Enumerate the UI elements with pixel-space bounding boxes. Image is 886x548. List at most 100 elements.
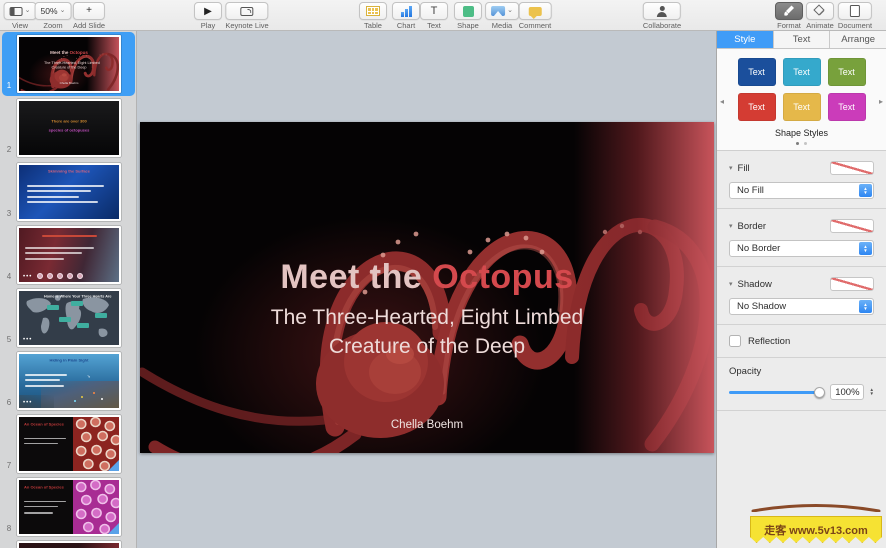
add-slide-button-group: + Add Slide — [73, 2, 105, 30]
format-button[interactable] — [775, 2, 803, 20]
chart-icon — [400, 6, 413, 17]
slide-thumbnail-1[interactable]: 1 Meet the Octopus The Three-Hearted, Ei… — [2, 32, 135, 96]
slide-thumbnail-7[interactable]: 7 An Ocean of Species — [2, 412, 135, 476]
watermark-rod-icon — [750, 502, 882, 512]
table-button[interactable] — [359, 2, 387, 20]
inspector-tabs: Style Text Arrange — [717, 31, 886, 49]
media-label: Media — [485, 21, 519, 30]
tab-style[interactable]: Style — [717, 31, 774, 48]
shape-styles-next-arrow[interactable]: ▸ — [879, 97, 883, 106]
popup-stepper-icon: ▲▼ — [859, 300, 872, 313]
slide-thumbnail-8[interactable]: 8 An Ocean of Species — [2, 475, 135, 539]
slide-author[interactable]: Chella Boehm — [140, 419, 714, 431]
play-label: Play — [194, 21, 222, 30]
slide-thumbnail-5[interactable]: 5 — [2, 286, 135, 350]
fill-popup[interactable]: No Fill ▲▼ — [729, 182, 874, 199]
document-button-group: Document — [838, 2, 872, 30]
opacity-slider-knob[interactable] — [814, 387, 825, 398]
slide-canvas-area[interactable]: Meet the Octopus The Three-Hearted, Eigh… — [138, 31, 716, 548]
current-slide[interactable]: Meet the Octopus The Three-Hearted, Eigh… — [140, 122, 714, 453]
media-icon — [491, 6, 505, 16]
text-tool-icon: T — [431, 5, 438, 17]
tab-text[interactable]: Text — [774, 31, 831, 48]
shape-style-swatch-yellow[interactable]: Text — [783, 93, 821, 121]
slide-number: 7 — [3, 461, 15, 470]
tab-arrange[interactable]: Arrange — [830, 31, 886, 48]
chart-button-group: Chart — [392, 2, 420, 30]
border-color-well[interactable] — [830, 219, 874, 233]
zoom-button[interactable]: 50% ⌄ — [35, 2, 72, 20]
shadow-color-well[interactable] — [830, 277, 874, 291]
slide-title[interactable]: Meet the Octopus — [140, 258, 714, 297]
reflection-checkbox[interactable] — [729, 335, 741, 347]
border-label: Border — [738, 221, 830, 232]
slide-5-preview: Home is Where Your Three Hearts Are ••• — [19, 291, 119, 345]
chart-button[interactable] — [392, 2, 420, 20]
slide-number: 8 — [3, 524, 15, 533]
shape-styles-page-dots[interactable] — [717, 142, 886, 145]
slide-4-preview: ••• — [19, 228, 119, 282]
document-button[interactable] — [838, 2, 872, 20]
media-button[interactable]: ⌄ — [485, 2, 519, 20]
opacity-slider-track — [729, 391, 824, 394]
shape-button-group: Shape — [454, 2, 482, 30]
slide-thumbnail-6[interactable]: 6 Hiding in Plain Sight ↘ • — [2, 349, 135, 413]
text-button[interactable]: T — [420, 2, 448, 20]
build-dots: ••• — [23, 337, 32, 343]
disclosure-triangle-icon[interactable]: ▾ — [729, 164, 733, 172]
opacity-section: Opacity 100% ▲▼ — [717, 366, 886, 400]
keynote-live-button[interactable] — [225, 2, 268, 20]
fill-color-well[interactable] — [830, 161, 874, 175]
opacity-label: Opacity — [729, 366, 874, 377]
view-button-group: ⌄ View — [4, 2, 37, 30]
border-popup[interactable]: No Border ▲▼ — [729, 240, 874, 257]
table-button-group: Table — [359, 2, 387, 30]
pointer-arrow-icon: ↘ — [87, 374, 90, 379]
animate-icon — [815, 6, 826, 17]
shape-styles-prev-arrow[interactable]: ◂ — [720, 97, 724, 106]
comment-button[interactable] — [519, 2, 552, 20]
keynote-live-button-group: Keynote Live — [225, 2, 268, 30]
animate-button[interactable] — [806, 2, 834, 20]
opacity-slider[interactable] — [729, 386, 824, 398]
slide-number: 4 — [3, 272, 15, 281]
animate-label: Animate — [806, 21, 834, 30]
shape-styles-section: ◂ ▸ Text Text Text Text Text Text Shape … — [717, 49, 886, 151]
add-slide-button[interactable]: + — [73, 2, 105, 20]
shape-styles-label: Shape Styles — [717, 128, 886, 138]
disclosure-triangle-icon[interactable]: ▾ — [729, 222, 733, 230]
shape-style-swatch-magenta[interactable]: Text — [828, 93, 866, 121]
comment-icon — [528, 7, 541, 16]
comment-label: Comment — [519, 21, 552, 30]
document-label: Document — [838, 21, 872, 30]
shadow-section: ▾ Shadow No Shadow ▲▼ — [717, 273, 886, 315]
slide-2-preview: There are over 300 species of octopuses — [19, 101, 119, 155]
slide-number: 6 — [3, 398, 15, 407]
collaborate-button[interactable] — [643, 2, 681, 20]
shape-icon — [463, 6, 474, 17]
play-button[interactable]: ▶ — [194, 2, 222, 20]
collaborate-button-group: Collaborate — [643, 2, 681, 30]
shape-style-swatch-red[interactable]: Text — [738, 93, 776, 121]
fill-section: ▾ Fill No Fill ▲▼ — [717, 157, 886, 199]
slide-thumbnail-3[interactable]: 3 Skimming the Surface — [2, 160, 135, 224]
slide-thumbnail-9[interactable] — [2, 538, 135, 548]
play-button-group: ▶ Play — [194, 2, 222, 30]
opacity-stepper[interactable]: ▲▼ — [870, 388, 874, 396]
shadow-popup[interactable]: No Shadow ▲▼ — [729, 298, 874, 315]
format-label: Format — [775, 21, 803, 30]
slide-thumbnail-4[interactable]: 4 ••• — [2, 223, 135, 287]
slide-thumbnail-2[interactable]: 2 There are over 300 species of octopuse… — [2, 96, 135, 160]
slide-subtitle[interactable]: The Three-Hearted, Eight Limbed Creature… — [140, 303, 714, 361]
slide-number: 2 — [3, 145, 15, 154]
disclosure-triangle-icon[interactable]: ▾ — [729, 280, 733, 288]
comment-button-group: Comment — [519, 2, 552, 30]
shape-style-swatch-cyan[interactable]: Text — [783, 58, 821, 86]
table-label: Table — [359, 21, 387, 30]
view-button[interactable]: ⌄ — [4, 2, 37, 20]
shape-button[interactable] — [454, 2, 482, 20]
opacity-value-field[interactable]: 100% — [830, 384, 864, 400]
toolbar: ⌄ View 50% ⌄ Zoom + Add Slide ▶ Play — [0, 0, 886, 31]
shape-style-swatch-green[interactable]: Text — [828, 58, 866, 86]
shape-style-swatch-blue[interactable]: Text — [738, 58, 776, 86]
